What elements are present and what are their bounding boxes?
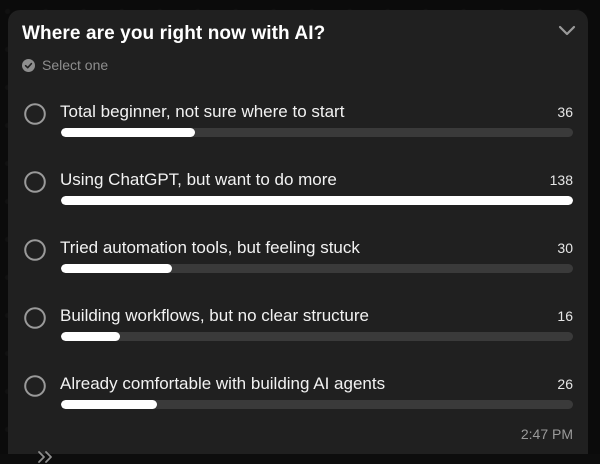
poll-option[interactable]: Already comfortable with building AI age… — [8, 370, 588, 430]
subtitle-text: Select one — [42, 57, 109, 73]
option-label: Using ChatGPT, but want to do more — [60, 170, 337, 189]
poll-title: Where are you right now with AI? — [22, 23, 326, 44]
poll-subtitle: Select one — [22, 57, 108, 73]
poll-option[interactable]: Total beginner, not sure where to start … — [8, 98, 588, 158]
option-label: Building workflows, but no clear structu… — [60, 306, 369, 325]
vote-bar-track — [61, 332, 573, 341]
poll-card: Where are you right now with AI? Select … — [8, 10, 588, 463]
radio-circle-icon[interactable] — [24, 239, 46, 261]
radio-circle-icon[interactable] — [24, 307, 46, 329]
radio-circle-icon[interactable] — [24, 171, 46, 193]
vote-bar-track — [61, 128, 573, 137]
poll-option[interactable]: Tried automation tools, but feeling stuc… — [8, 234, 588, 294]
option-label: Already comfortable with building AI age… — [60, 374, 386, 393]
message-timestamp: 2:47 PM — [520, 426, 573, 442]
vote-bar-fill — [61, 400, 158, 409]
option-vote-count: 138 — [549, 172, 573, 188]
radio-circle-icon[interactable] — [24, 103, 46, 125]
radio-circle-icon[interactable] — [24, 375, 46, 397]
option-vote-count: 16 — [557, 308, 573, 324]
check-circle-icon — [22, 58, 35, 72]
poll-option[interactable]: Building workflows, but no clear structu… — [8, 302, 588, 362]
vote-bar-fill — [61, 264, 173, 273]
option-label: Tried automation tools, but feeling stuc… — [60, 238, 360, 257]
vote-bar-fill — [61, 196, 573, 205]
vote-bar-fill — [61, 128, 195, 137]
vote-bar-track — [61, 264, 573, 273]
vote-bar-track — [61, 400, 573, 409]
vote-bar-fill — [61, 332, 121, 341]
option-vote-count: 30 — [557, 240, 573, 256]
option-label: Total beginner, not sure where to start — [60, 102, 345, 121]
poll-option[interactable]: Using ChatGPT, but want to do more 138 — [8, 166, 588, 226]
forward-icon[interactable] — [34, 448, 58, 464]
option-vote-count: 36 — [557, 104, 573, 120]
chevron-down-icon[interactable] — [556, 22, 578, 38]
vote-bar-track — [61, 196, 573, 205]
option-vote-count: 26 — [557, 376, 573, 392]
